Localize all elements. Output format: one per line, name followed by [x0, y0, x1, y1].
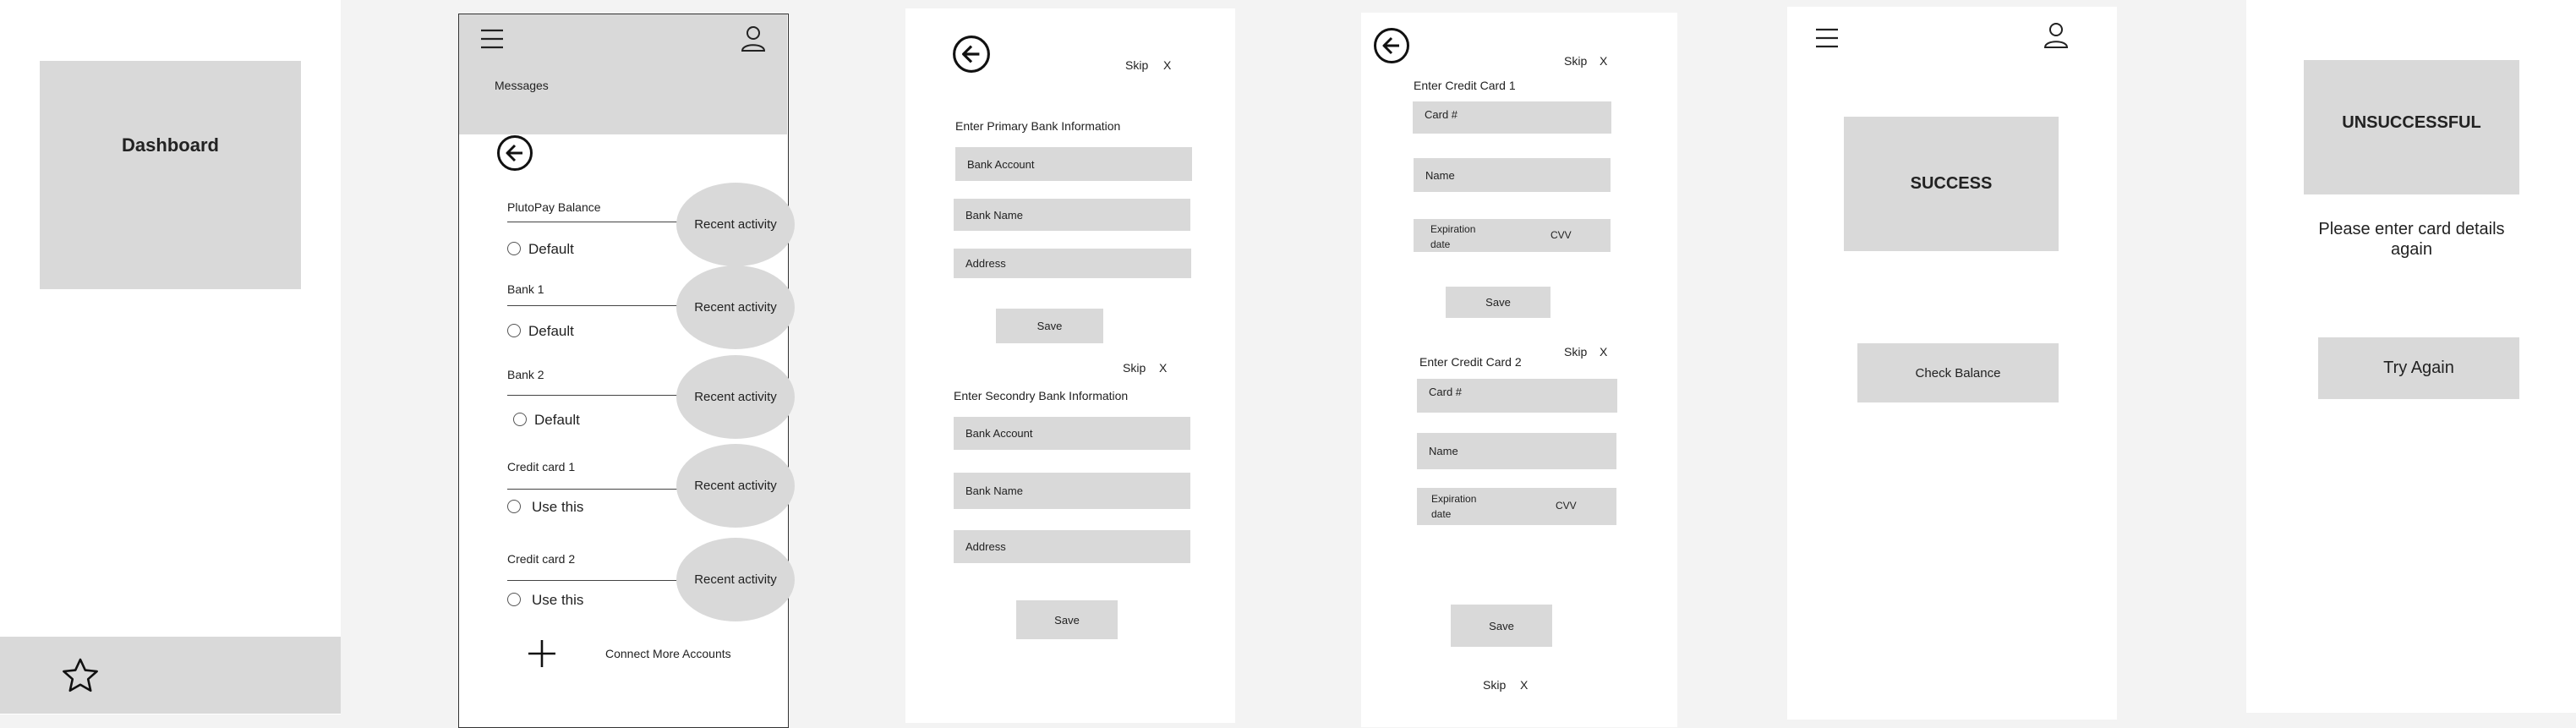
try-again-button[interactable]: Try Again	[2318, 337, 2519, 399]
back-arrow-icon[interactable]	[496, 134, 533, 172]
use-this-radio[interactable]	[507, 593, 521, 606]
accounts-screen: Messages PlutoPay Balance Default Recent…	[458, 14, 795, 728]
account-name: Bank 1	[507, 282, 544, 296]
expiration-date-label: Expiration date	[1430, 223, 1476, 250]
star-icon[interactable]	[59, 655, 101, 696]
plus-icon[interactable]	[528, 639, 556, 668]
expiration-date-field[interactable]: Expiration date CVV	[1414, 219, 1611, 252]
account-name: Credit card 1	[507, 460, 576, 473]
success-banner: SUCCESS	[1844, 117, 2059, 251]
address-field[interactable]: Address	[954, 530, 1190, 563]
divider	[507, 580, 685, 581]
divider	[507, 489, 685, 490]
unsuccessful-screen: UNSUCCESSFUL Please enter card details a…	[2246, 0, 2576, 713]
unsuccessful-banner: UNSUCCESSFUL	[2304, 60, 2519, 194]
default-radio[interactable]	[513, 413, 527, 426]
divider	[507, 305, 685, 306]
radio-label: Default	[528, 323, 574, 339]
card1-heading: Enter Credit Card 1	[1414, 79, 1516, 92]
radio-label: Use this	[532, 592, 584, 608]
save-button[interactable]: Save	[996, 309, 1103, 343]
skip-button[interactable]: Skip	[1483, 678, 1506, 692]
save-button[interactable]: Save	[1451, 605, 1552, 647]
skip-button[interactable]: Skip	[1564, 345, 1587, 359]
cvv-label: CVV	[1556, 500, 1577, 512]
connect-more-accounts-link[interactable]: Connect More Accounts	[605, 647, 731, 660]
radio-label: Default	[528, 241, 574, 257]
radio-label: Default	[534, 412, 580, 428]
account-name: PlutoPay Balance	[507, 200, 601, 214]
skip-button[interactable]: Skip	[1123, 361, 1146, 375]
default-radio[interactable]	[507, 324, 521, 337]
recent-activity-button[interactable]: Recent activity	[676, 265, 795, 349]
close-button[interactable]: X	[1520, 678, 1528, 692]
back-arrow-icon[interactable]	[1373, 27, 1410, 64]
secondary-bank-heading: Enter Secondry Bank Information	[954, 389, 1129, 402]
expiration-date-field[interactable]: Expiration date CVV	[1417, 488, 1616, 525]
close-button[interactable]: X	[1163, 58, 1171, 72]
hamburger-menu-icon[interactable]	[1814, 27, 1840, 49]
dashboard-title: Dashboard	[122, 134, 219, 156]
card-number-field[interactable]: Card #	[1417, 379, 1617, 413]
save-button[interactable]: Save	[1446, 287, 1551, 318]
unsuccessful-title: UNSUCCESSFUL	[2342, 113, 2481, 132]
default-radio[interactable]	[507, 242, 521, 255]
bank-name-field[interactable]: Bank Name	[954, 473, 1190, 509]
expiration-date-label: Expiration date	[1431, 493, 1477, 520]
retry-message: Please enter card details again	[2318, 220, 2505, 259]
name-field[interactable]: Name	[1417, 433, 1616, 469]
recent-activity-button[interactable]: Recent activity	[676, 538, 795, 621]
name-field[interactable]: Name	[1414, 158, 1611, 192]
close-button[interactable]: X	[1159, 361, 1167, 375]
bank-info-screen: Skip X Enter Primary Bank Information Ba…	[905, 8, 1235, 723]
dashboard-tile[interactable]: Dashboard	[40, 61, 301, 289]
recent-activity-button[interactable]: Recent activity	[676, 183, 795, 266]
card2-heading: Enter Credit Card 2	[1419, 355, 1522, 369]
account-name: Bank 2	[507, 368, 544, 381]
save-button[interactable]: Save	[1016, 600, 1118, 639]
success-screen: SUCCESS Check Balance	[1787, 7, 2117, 720]
skip-button[interactable]: Skip	[1125, 58, 1148, 72]
bank-account-field[interactable]: Bank Account	[955, 147, 1192, 181]
check-balance-button[interactable]: Check Balance	[1857, 343, 2059, 402]
credit-card-screen: Skip X Enter Credit Card 1 Card # Name E…	[1361, 13, 1677, 727]
hamburger-menu-icon[interactable]	[479, 28, 505, 50]
divider	[507, 395, 685, 396]
close-button[interactable]: X	[1600, 54, 1607, 68]
cvv-label: CVV	[1551, 229, 1572, 241]
bank-account-field[interactable]: Bank Account	[954, 417, 1190, 450]
account-name: Credit card 2	[507, 552, 576, 566]
close-button[interactable]: X	[1600, 345, 1607, 359]
dashboard-screen: Dashboard	[0, 0, 341, 714]
skip-button[interactable]: Skip	[1564, 54, 1587, 68]
accounts-header: Messages	[459, 14, 787, 134]
recent-activity-button[interactable]: Recent activity	[676, 355, 795, 439]
bottom-bar	[0, 637, 341, 714]
radio-label: Use this	[532, 499, 584, 515]
address-field[interactable]: Address	[954, 249, 1191, 278]
primary-bank-heading: Enter Primary Bank Information	[955, 119, 1121, 133]
card-number-field[interactable]: Card #	[1413, 101, 1611, 134]
messages-label[interactable]: Messages	[495, 79, 549, 92]
user-icon[interactable]	[2043, 21, 2070, 50]
recent-activity-button[interactable]: Recent activity	[676, 444, 795, 528]
use-this-radio[interactable]	[507, 500, 521, 513]
bank-name-field[interactable]: Bank Name	[954, 199, 1190, 231]
back-arrow-icon[interactable]	[952, 35, 991, 74]
success-title: SUCCESS	[1910, 174, 1993, 193]
user-icon[interactable]	[740, 25, 767, 53]
